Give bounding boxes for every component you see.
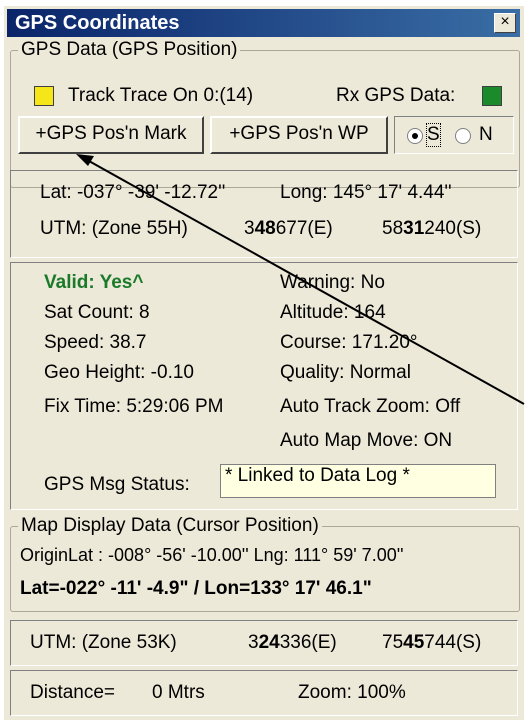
auto-track-zoom: Auto Track Zoom: Off [280, 396, 461, 417]
auto-map-move: Auto Map Move: ON [280, 430, 453, 451]
valid-status: Valid: Yes^ [44, 272, 144, 293]
gps-longitude: Long: 145° 17' 4.44'' [280, 182, 452, 203]
gps-coordinates-window: GPS Coordinates × GPS Data (GPS Position… [2, 4, 525, 720]
fix-time: Fix Time: 5:29:06 PM [44, 396, 224, 417]
hemisphere-n-radio[interactable] [455, 128, 471, 144]
rx-gps-label: Rx GPS Data: [336, 85, 456, 106]
track-trace-swatch [34, 86, 54, 106]
gps-msg-status-field: * Linked to Data Log * [220, 464, 496, 498]
distance-value: 0 Mtrs [152, 682, 205, 703]
gps-utm-easting: 348677(E) [244, 218, 333, 239]
course: Course: 171.20° [280, 332, 418, 353]
hemisphere-selector: S N [394, 116, 514, 154]
title-bar[interactable]: GPS Coordinates × [7, 9, 520, 37]
window-title: GPS Coordinates [15, 12, 180, 34]
cursor-coordinates: Lat=-022° -11' -4.9" / Lon=133° 17' 46.1… [20, 578, 372, 599]
sat-count: Sat Count: 8 [44, 302, 150, 323]
map-display-legend: Map Display Data (Cursor Position) [18, 516, 322, 536]
close-button[interactable]: × [494, 13, 516, 33]
distance-label: Distance= [30, 682, 116, 703]
gps-utm-northing: 5831240(S) [382, 218, 482, 239]
hemisphere-s-label[interactable]: S [426, 123, 441, 147]
gps-data-legend: GPS Data (GPS Position) [18, 40, 241, 60]
speed: Speed: 38.7 [44, 332, 147, 353]
gps-posn-wp-button[interactable]: +GPS Pos'n WP [210, 116, 388, 154]
hemisphere-n-label[interactable]: N [479, 124, 493, 146]
geo-height: Geo Height: -0.10 [44, 362, 194, 383]
map-utm-northing: 7545744(S) [382, 632, 482, 653]
map-utm-easting: 324336(E) [248, 632, 337, 653]
gps-posn-mark-button[interactable]: +GPS Pos'n Mark [18, 116, 204, 154]
altitude: Altitude: 164 [280, 302, 386, 323]
map-utm-zone: UTM: (Zone 53K) [30, 632, 177, 653]
warning-status: Warning: No [280, 272, 385, 293]
quality: Quality: Normal [280, 362, 411, 383]
gps-latitude: Lat: -037° -39' -12.72'' [40, 182, 226, 203]
close-icon: × [500, 13, 510, 30]
gps-utm-zone: UTM: (Zone 55H) [40, 218, 188, 239]
gps-msg-status-label: GPS Msg Status: [44, 474, 190, 495]
track-trace-label: Track Trace On 0:(14) [68, 85, 254, 106]
hemisphere-s-radio[interactable] [407, 128, 423, 144]
rx-gps-indicator [482, 86, 502, 106]
origin-coordinates: OriginLat : -008° -56' -10.00'' Lng: 111… [20, 545, 404, 565]
zoom-level: Zoom: 100% [298, 682, 406, 703]
